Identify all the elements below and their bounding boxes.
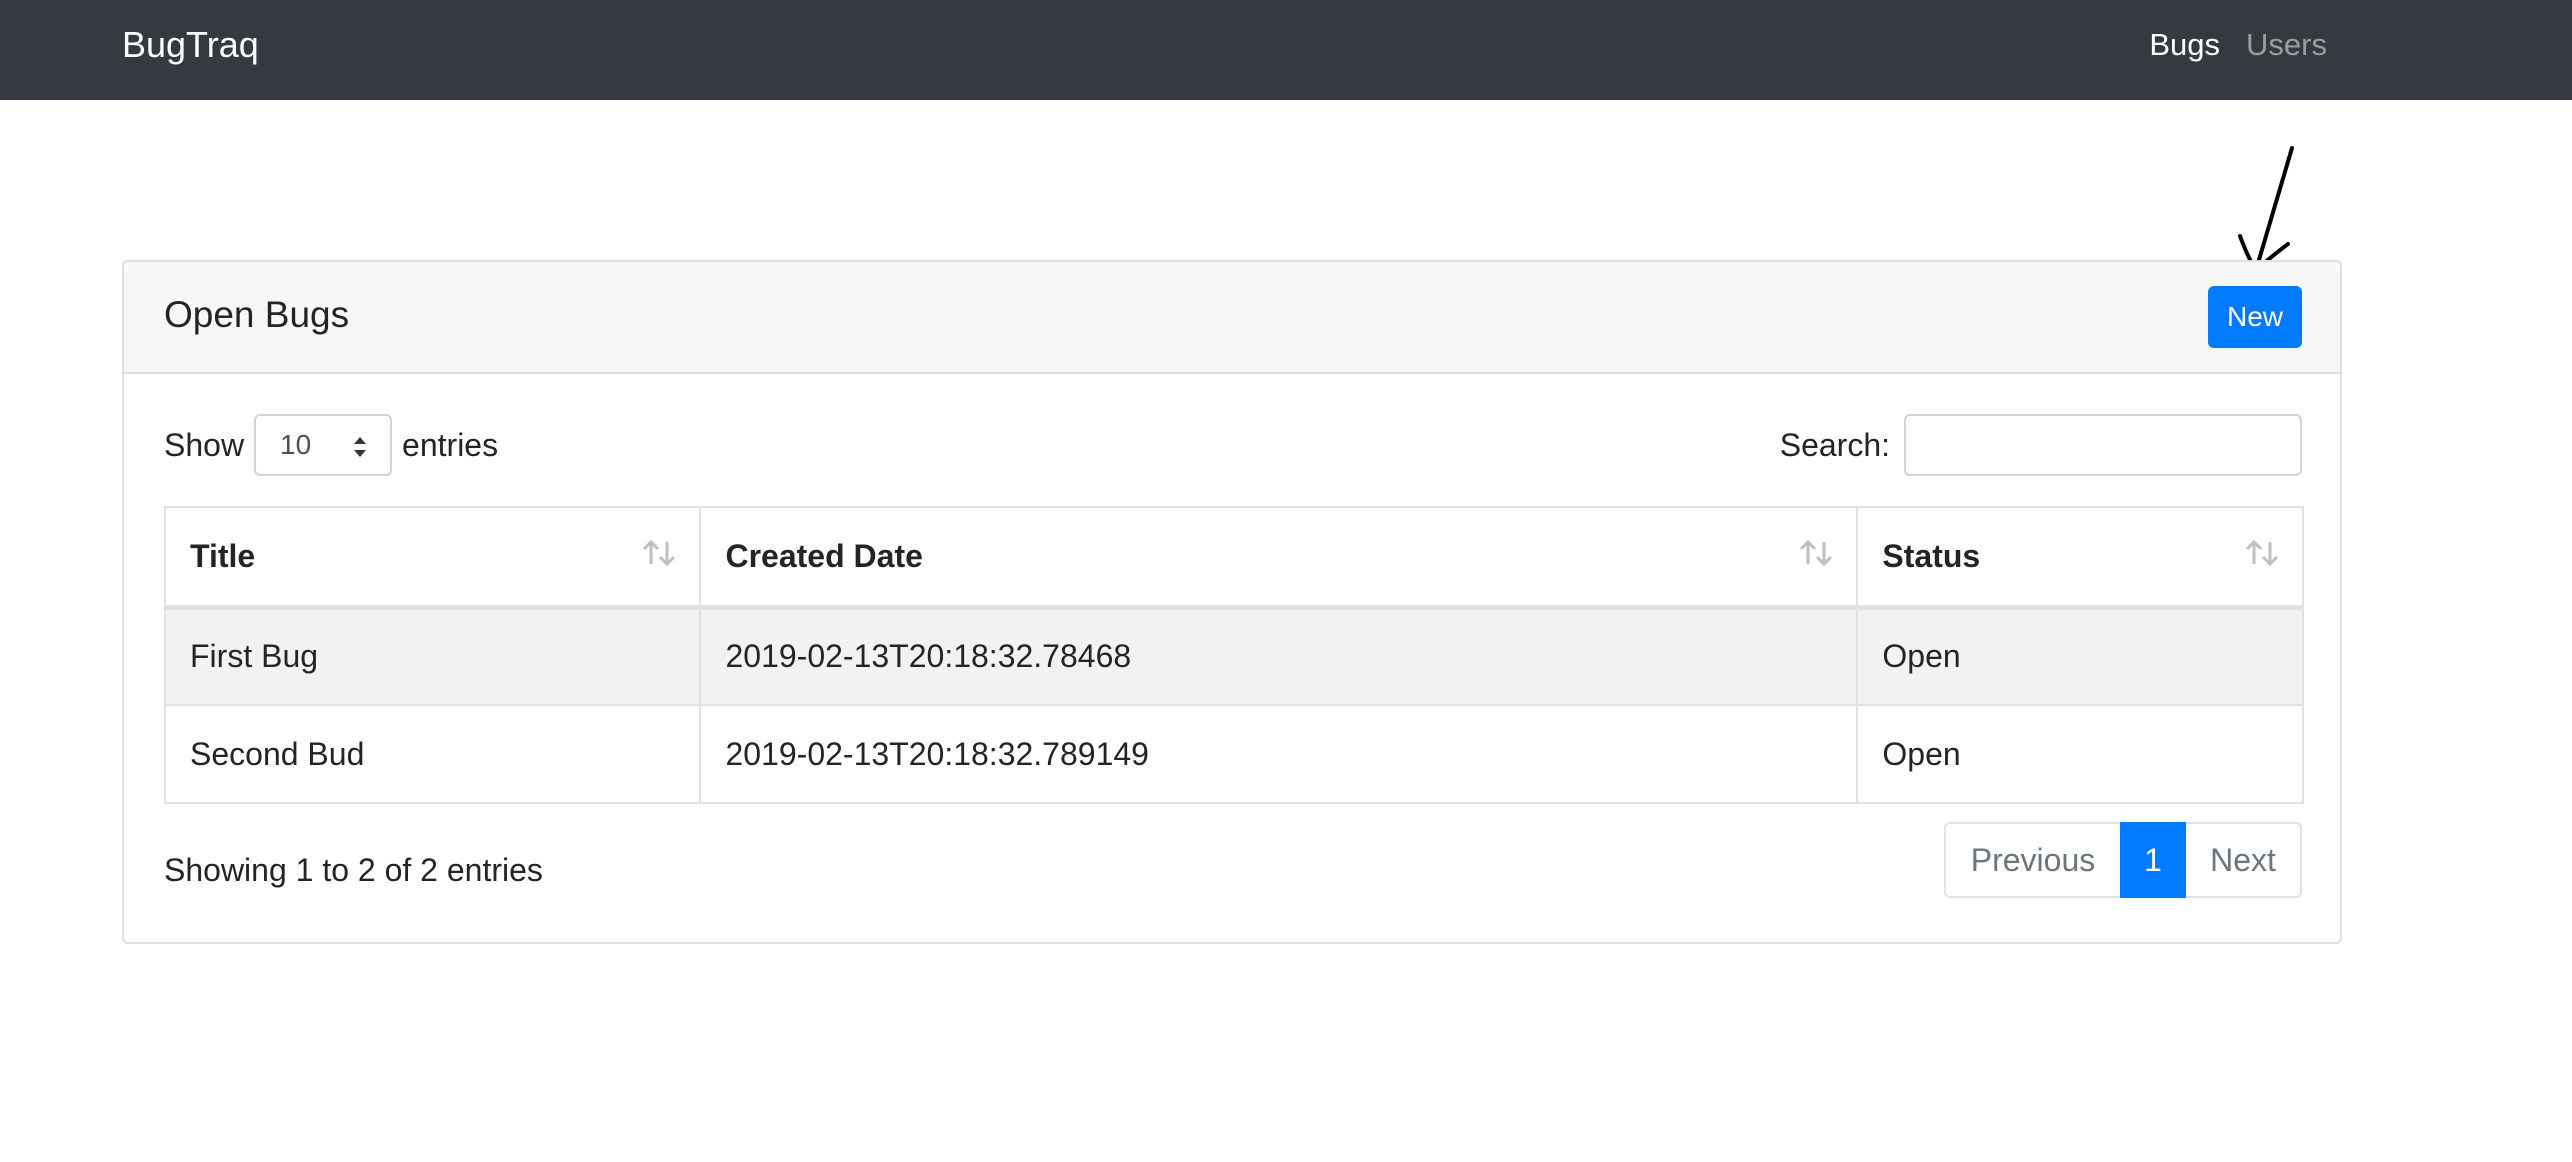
- cell-title: Second Bud: [163, 704, 702, 804]
- card-title: Open Bugs: [164, 294, 350, 335]
- pagination-next-button[interactable]: Next: [2186, 822, 2302, 898]
- show-label: Show: [164, 426, 245, 463]
- nav-links: Bugs Users: [2149, 24, 2327, 66]
- column-header-created-date[interactable]: Created Date: [699, 506, 1859, 610]
- sort-icon: [643, 539, 676, 567]
- pagination-previous-button[interactable]: Previous: [1944, 822, 2120, 898]
- entries-label: entries: [402, 426, 499, 463]
- nav-link-users[interactable]: Users: [2246, 24, 2327, 66]
- cell-created-date: 2019-02-13T20:18:32.78468: [699, 606, 1859, 706]
- cell-status: Open: [1856, 606, 2304, 706]
- pagination-page-1[interactable]: 1: [2120, 822, 2186, 898]
- nav-link-bugs[interactable]: Bugs: [2149, 24, 2220, 66]
- column-header-title[interactable]: Title: [163, 506, 702, 610]
- search-input[interactable]: [1904, 414, 2302, 476]
- entries-length-control: Show 10 entries: [164, 414, 498, 476]
- new-bug-button[interactable]: New: [2208, 286, 2302, 348]
- open-bugs-card: Open Bugs New Show 10 entries Search: Ti…: [122, 260, 2342, 944]
- column-header-label: Title: [190, 537, 256, 574]
- sort-icon: [1800, 539, 1833, 567]
- brand-logo[interactable]: BugTraq: [122, 22, 259, 68]
- annotation-arrow-icon: [2238, 146, 2294, 272]
- pagination: Previous 1 Next: [1944, 822, 2302, 898]
- table-row[interactable]: First Bug 2019-02-13T20:18:32.78468 Open: [163, 606, 2304, 706]
- sort-icon: [2245, 539, 2279, 567]
- select-caret-icon: [354, 437, 367, 457]
- card-header: Open Bugs New: [124, 262, 2340, 374]
- column-header-label: Status: [1882, 537, 1981, 574]
- cell-created-date: 2019-02-13T20:18:32.789149: [699, 704, 1859, 804]
- table-info: Showing 1 to 2 of 2 entries: [164, 852, 543, 888]
- column-header-status[interactable]: Status: [1856, 506, 2304, 610]
- entries-select-value: 10: [280, 429, 312, 460]
- search-label: Search:: [1779, 426, 1890, 463]
- table-header-row: Title Created Date Status: [163, 506, 2304, 610]
- cell-status: Open: [1856, 704, 2304, 804]
- entries-select[interactable]: 10: [254, 414, 393, 476]
- search-control: Search:: [1780, 414, 2302, 476]
- bugs-table: Title Created Date Status First Bug 2019…: [163, 506, 2304, 804]
- column-header-label: Created Date: [725, 537, 923, 574]
- navbar: BugTraq Bugs Users: [0, 0, 2572, 100]
- table-row[interactable]: Second Bud 2019-02-13T20:18:32.789149 Op…: [163, 704, 2304, 804]
- cell-title: First Bug: [163, 606, 702, 706]
